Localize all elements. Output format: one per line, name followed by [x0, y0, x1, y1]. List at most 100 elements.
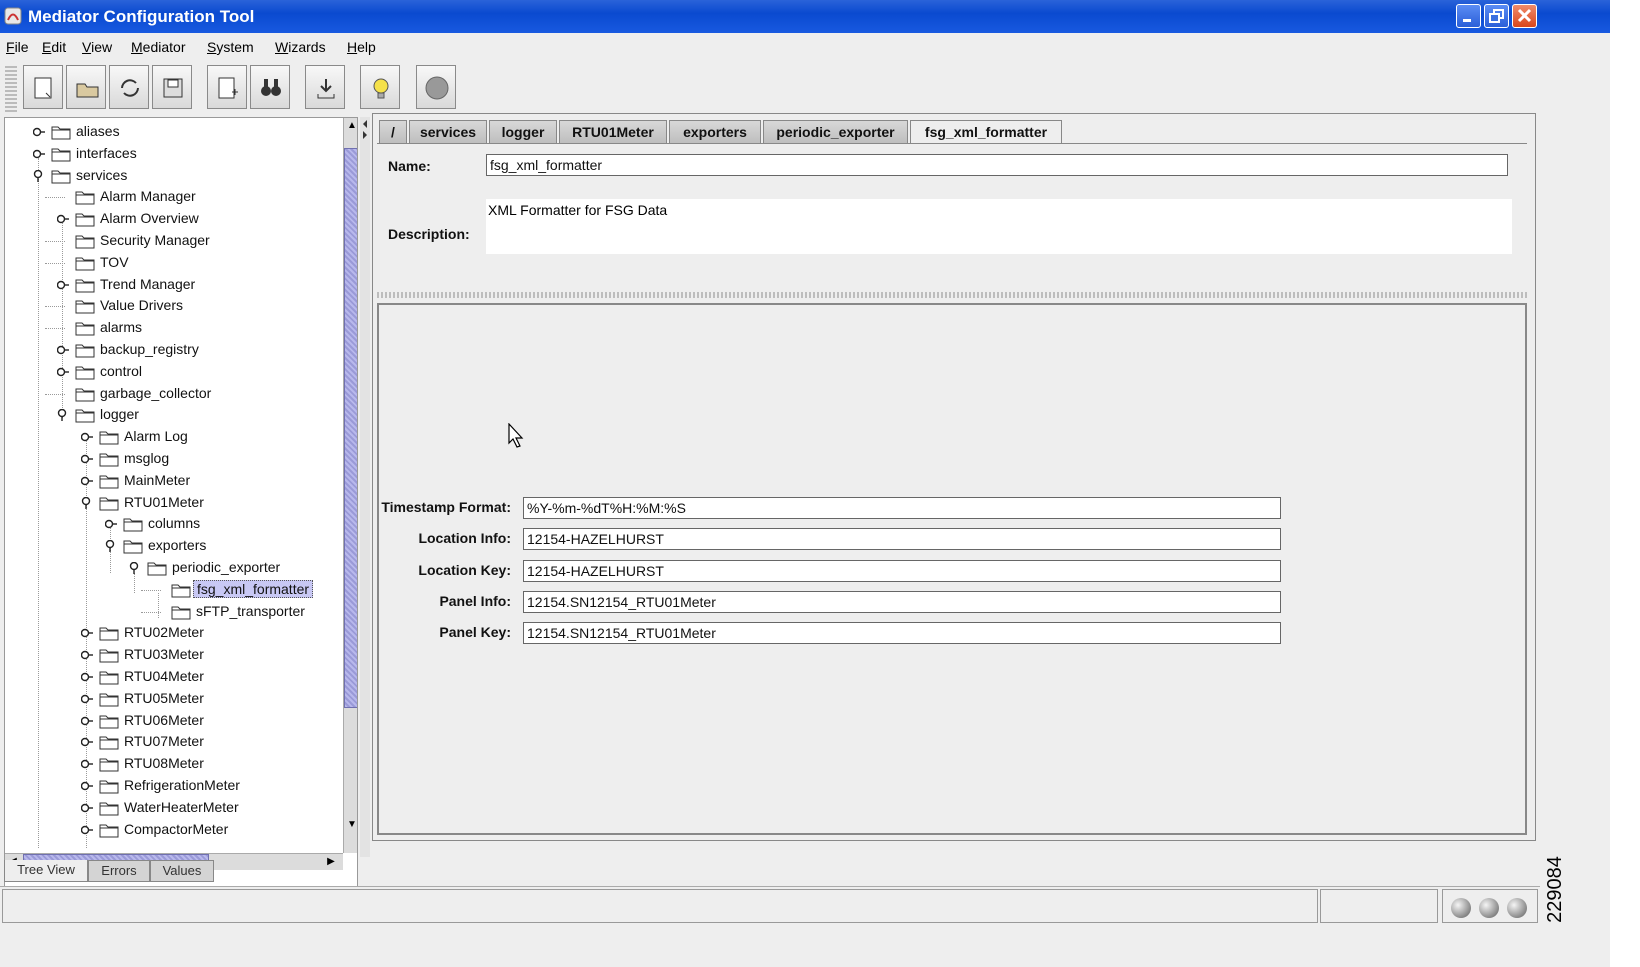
menu-edit[interactable]: Edit [42, 39, 66, 55]
tree-node-logger[interactable]: logger [5, 404, 341, 426]
expand-node-icon[interactable] [81, 824, 93, 836]
tab-rtu01meter[interactable]: RTU01Meter [559, 120, 667, 144]
tab-services[interactable]: services [409, 120, 487, 144]
tree-node-refrigerationmeter[interactable]: RefrigerationMeter [5, 775, 341, 797]
scroll-down-icon[interactable]: ▼ [344, 817, 357, 833]
expand-node-icon[interactable] [81, 715, 93, 727]
collapse-node-icon[interactable] [57, 409, 69, 422]
tree-node-alarm-manager[interactable]: Alarm Manager [5, 186, 341, 208]
bottom-tab-values[interactable]: Values [150, 860, 214, 882]
collapse-node-icon[interactable] [105, 540, 117, 553]
field-input-timestamp-format[interactable]: %Y-%m-%dT%H:%M:%S [523, 497, 1281, 519]
collapse-node-icon[interactable] [81, 496, 93, 509]
tree-node-alarm-overview[interactable]: Alarm Overview [5, 208, 341, 230]
menu-help[interactable]: Help [347, 39, 376, 55]
expand-node-icon[interactable] [81, 453, 93, 465]
tab-exporters[interactable]: exporters [669, 120, 761, 144]
vertical-scroll-thumb[interactable] [344, 148, 357, 708]
menu-system[interactable]: System [207, 39, 254, 55]
tree-node-rtu04meter[interactable]: RTU04Meter [5, 666, 341, 688]
name-field[interactable]: fsg_xml_formatter [486, 154, 1508, 176]
field-input-location-info[interactable]: 12154-HAZELHURST [523, 528, 1281, 550]
tree-node-periodic-exporter[interactable]: periodic_exporter [5, 557, 341, 579]
tree-node-trend-manager[interactable]: Trend Manager [5, 274, 341, 296]
expand-node-icon[interactable] [81, 736, 93, 748]
tree-node-rtu06meter[interactable]: RTU06Meter [5, 710, 341, 732]
toolbar-grip[interactable] [5, 66, 17, 112]
open-folder-button[interactable] [66, 65, 106, 109]
bottom-tab-errors[interactable]: Errors [88, 860, 150, 882]
tree-node-msglog[interactable]: msglog [5, 448, 341, 470]
tree-node-waterheatermeter[interactable]: WaterHeaterMeter [5, 797, 341, 819]
tree-node-control[interactable]: control [5, 361, 341, 383]
expand-node-icon[interactable] [57, 344, 69, 356]
scroll-right-icon[interactable]: ▶ [323, 854, 339, 870]
menu-view[interactable]: View [82, 39, 112, 55]
split-pane-divider[interactable] [360, 117, 370, 857]
tree-node-mainmeter[interactable]: MainMeter [5, 470, 341, 492]
title-bar[interactable]: Mediator Configuration Tool [0, 0, 1610, 33]
tree-node-fsg-xml-formatter[interactable]: fsg_xml_formatter [5, 579, 341, 601]
expand-node-icon[interactable] [81, 780, 93, 792]
lightbulb-button[interactable] [360, 65, 400, 109]
description-field[interactable]: XML Formatter for FSG Data [486, 199, 1512, 254]
expand-node-icon[interactable] [57, 279, 69, 291]
collapse-node-icon[interactable] [129, 562, 141, 574]
menu-file[interactable]: File [6, 39, 29, 55]
binoculars-button[interactable] [250, 65, 290, 109]
tab-fsg_xml_formatter[interactable]: fsg_xml_formatter [910, 120, 1062, 144]
collapse-arrows-icon[interactable] [360, 117, 370, 141]
minimize-button[interactable] [1456, 4, 1481, 28]
expand-node-icon[interactable] [57, 213, 69, 225]
tree-node-compactormeter[interactable]: CompactorMeter [5, 819, 341, 841]
save-disk-button[interactable] [152, 65, 192, 109]
field-input-panel-key[interactable]: 12154.SN12154_RTU01Meter [523, 622, 1281, 644]
expand-node-icon[interactable] [57, 366, 69, 378]
tree-node-tov[interactable]: TOV [5, 252, 341, 274]
panel-divider[interactable] [377, 292, 1527, 298]
tree-node-columns[interactable]: columns [5, 513, 341, 535]
expand-node-icon[interactable] [81, 475, 93, 487]
expand-node-icon[interactable] [33, 126, 45, 138]
download-button[interactable] [305, 65, 345, 109]
refresh-button[interactable] [109, 65, 149, 109]
tree-node-rtu07meter[interactable]: RTU07Meter [5, 731, 341, 753]
tree-node-aliases[interactable]: aliases [5, 121, 341, 143]
close-button[interactable] [1512, 4, 1537, 28]
restore-button[interactable] [1484, 4, 1509, 28]
tree-node-exporters[interactable]: exporters [5, 535, 341, 557]
tree-node-security-manager[interactable]: Security Manager [5, 230, 341, 252]
vertical-scrollbar[interactable]: ▲ ▼ [343, 118, 357, 853]
tab-logger[interactable]: logger [489, 120, 557, 144]
tree-node-rtu03meter[interactable]: RTU03Meter [5, 644, 341, 666]
field-input-panel-info[interactable]: 12154.SN12154_RTU01Meter [523, 591, 1281, 613]
tree-node-value-drivers[interactable]: Value Drivers [5, 295, 341, 317]
tab-root[interactable]: / [379, 120, 407, 144]
new-document-button[interactable] [23, 65, 63, 109]
stop-button[interactable] [416, 65, 456, 109]
expand-node-icon[interactable] [81, 671, 93, 683]
field-input-location-key[interactable]: 12154-HAZELHURST [523, 560, 1281, 582]
new-page-button[interactable] [207, 65, 247, 109]
expand-node-icon[interactable] [33, 148, 45, 160]
tree-node-interfaces[interactable]: interfaces [5, 143, 341, 165]
collapse-node-icon[interactable] [33, 169, 45, 182]
tab-periodic_exporter[interactable]: periodic_exporter [763, 120, 908, 144]
tree-node-alarms[interactable]: alarms [5, 317, 341, 339]
expand-node-icon[interactable] [81, 802, 93, 814]
expand-node-icon[interactable] [81, 649, 93, 661]
expand-node-icon[interactable] [81, 627, 93, 639]
expand-node-icon[interactable] [105, 518, 117, 530]
tree-node-services[interactable]: services [5, 165, 341, 187]
expand-node-icon[interactable] [81, 758, 93, 770]
tree-node-rtu01meter[interactable]: RTU01Meter [5, 492, 341, 514]
tree-node-rtu08meter[interactable]: RTU08Meter [5, 753, 341, 775]
tree-node-garbage-collector[interactable]: garbage_collector [5, 383, 341, 405]
tree-node-rtu05meter[interactable]: RTU05Meter [5, 688, 341, 710]
expand-node-icon[interactable] [81, 693, 93, 705]
tree-node-sftp-transporter[interactable]: sFTP_transporter [5, 601, 341, 623]
menu-mediator[interactable]: Mediator [131, 39, 185, 55]
bottom-tab-tree-view[interactable]: Tree View [4, 860, 88, 882]
scroll-up-icon[interactable]: ▲ [344, 118, 357, 134]
tree-node-backup-registry[interactable]: backup_registry [5, 339, 341, 361]
